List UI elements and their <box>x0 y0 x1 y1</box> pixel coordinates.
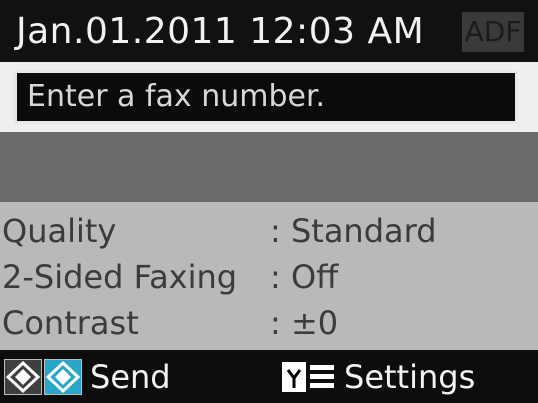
setting-value: : Standard <box>270 212 437 250</box>
fax-screen: Jan.01.2011 12:03 AM ADF Enter a fax num… <box>0 0 538 403</box>
setting-value: : Off <box>270 258 339 296</box>
settings-soft-key[interactable]: Settings <box>280 356 475 398</box>
setting-row-contrast[interactable]: Contrast : ±0 <box>0 300 538 346</box>
status-bar: Jan.01.2011 12:03 AM ADF <box>0 0 538 62</box>
settings-label: Settings <box>344 358 476 396</box>
start-bw-icon <box>4 359 42 395</box>
adf-indicator: ADF <box>462 12 524 52</box>
menu-list-icon <box>280 360 336 394</box>
setting-label: Quality <box>2 212 117 250</box>
fax-number-area: Enter a fax number. <box>0 62 538 202</box>
send-soft-key[interactable]: Send <box>4 356 171 398</box>
send-label: Send <box>90 358 171 396</box>
date-time: Jan.01.2011 12:03 AM <box>16 11 425 52</box>
setting-row-quality[interactable]: Quality : Standard <box>0 208 538 254</box>
setting-value: : ±0 <box>270 304 339 342</box>
fax-number-input[interactable]: Enter a fax number. <box>14 70 518 124</box>
setting-row-2-sided-faxing[interactable]: 2-Sided Faxing : Off <box>0 254 538 300</box>
setting-label: 2-Sided Faxing <box>2 258 238 296</box>
soft-key-bar: Send Settings <box>0 350 538 403</box>
start-color-icon <box>44 359 82 395</box>
setting-label: Contrast <box>2 304 139 342</box>
fax-settings-list: Quality : Standard 2-Sided Faxing : Off … <box>0 202 538 350</box>
